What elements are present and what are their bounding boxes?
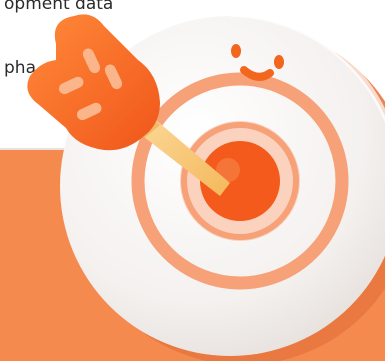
- dart-fletching: [27, 14, 161, 151]
- left-eye-icon: [231, 44, 241, 58]
- right-eye-icon: [274, 55, 284, 69]
- smiling-target-with-dart-icon: [27, 11, 385, 361]
- stage: opment data pha: [0, 0, 385, 361]
